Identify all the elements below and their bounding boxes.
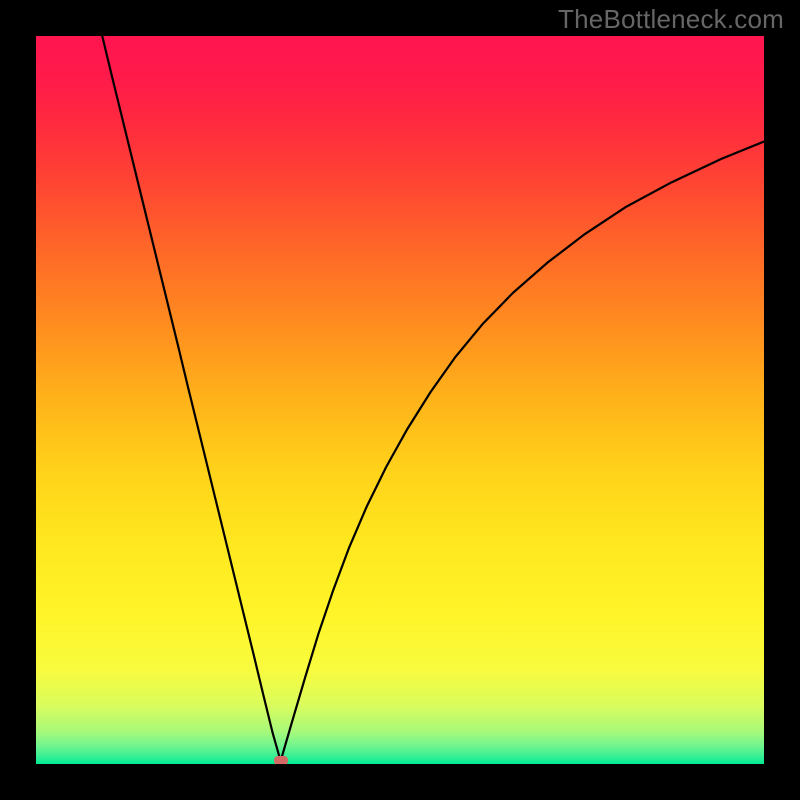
bottleneck-curve — [36, 36, 764, 764]
minimum-indicator-dot — [274, 756, 288, 764]
chart-frame: TheBottleneck.com — [0, 0, 800, 800]
watermark: TheBottleneck.com — [558, 4, 784, 35]
plot-area — [36, 36, 764, 764]
